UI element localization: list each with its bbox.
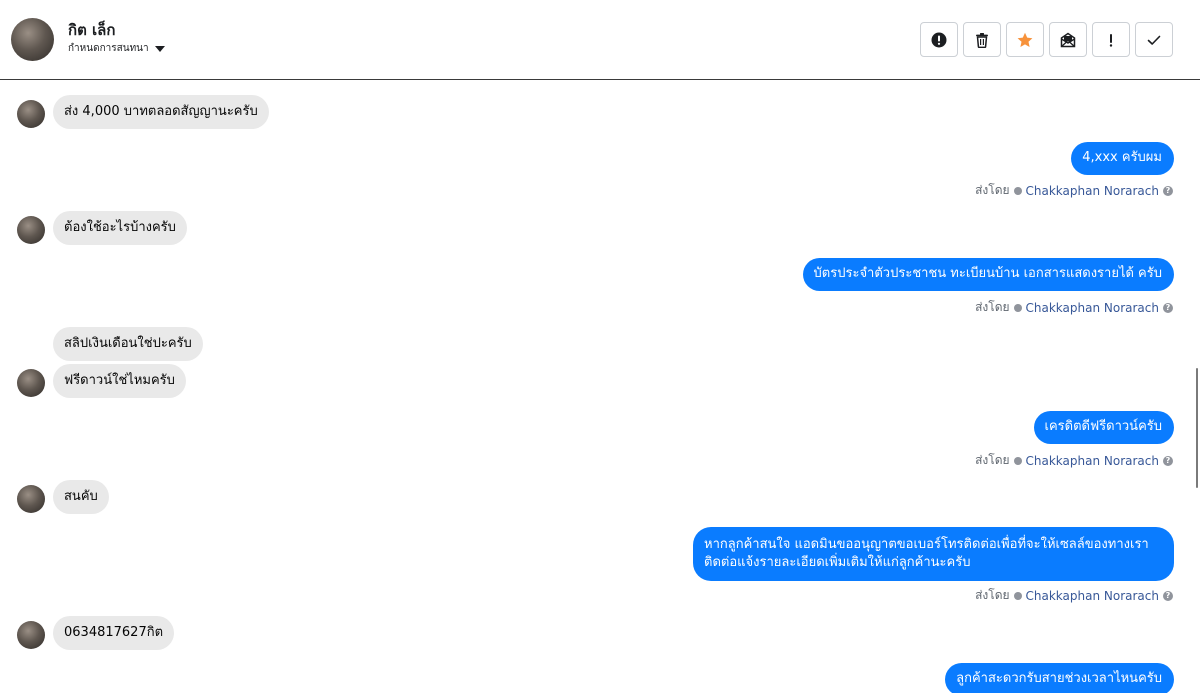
incoming-message: ฟรีดาวน์ใช่ไหมครับ: [53, 364, 186, 398]
incoming-message: ต้องใช้อะไรบ้างครับ: [53, 211, 187, 245]
outgoing-message: หากลูกค้าสนใจ แอดมินขออนุญาตขอเบอร์โทรติ…: [693, 527, 1174, 581]
conversation-toolbar: [920, 22, 1173, 57]
assign-conversation-dropdown[interactable]: กำหนดการสนทนา: [68, 41, 165, 56]
contact-avatar-small[interactable]: [17, 621, 45, 649]
message-list-scrollbar[interactable]: [1196, 368, 1198, 488]
follow-up-button[interactable]: [1092, 22, 1130, 57]
check-icon: [1147, 35, 1161, 45]
help-icon[interactable]: ?: [1163, 302, 1173, 313]
outgoing-message: ลูกค้าสะดวกรับสายช่วงเวลาไหนครับ: [945, 663, 1174, 693]
sender-name-link[interactable]: Chakkaphan Norarach: [1026, 301, 1159, 315]
contact-avatar-small[interactable]: [17, 485, 45, 513]
sent-by-prefix: ส่งโดย: [975, 300, 1010, 314]
contact-avatar-small[interactable]: [17, 216, 45, 244]
sender-name-link[interactable]: Chakkaphan Norarach: [1026, 454, 1159, 468]
incoming-message: สลิปเงินเดือนใช่ปะครับ: [53, 327, 203, 361]
incoming-message: ส่ง 4,000 บาทตลอดสัญญานะครับ: [53, 95, 269, 129]
report-spam-button[interactable]: [920, 22, 958, 57]
help-icon[interactable]: ?: [1163, 455, 1173, 466]
delete-button[interactable]: [963, 22, 1001, 57]
mark-unread-icon: [1060, 32, 1076, 47]
contact-avatar-small[interactable]: [17, 369, 45, 397]
sender-name-link[interactable]: Chakkaphan Norarach: [1026, 184, 1159, 198]
contact-avatar-small[interactable]: [17, 100, 45, 128]
outgoing-message: 4,xxx ครับผม: [1071, 142, 1174, 175]
help-icon[interactable]: ?: [1163, 590, 1173, 601]
star-button[interactable]: [1006, 22, 1044, 57]
incoming-message: สนคับ: [53, 480, 109, 514]
exclamation-icon: [1109, 33, 1113, 47]
sent-by-line: ส่งโดย Chakkaphan Norarach ?: [975, 586, 1173, 605]
incoming-message: 0634817627กิต: [53, 616, 175, 650]
page-badge-icon: [1013, 456, 1022, 465]
caret-down-icon: [154, 45, 165, 52]
sent-by-prefix: ส่งโดย: [975, 588, 1010, 602]
sent-by-prefix: ส่งโดย: [975, 183, 1010, 197]
sent-by-line: ส่งโดย Chakkaphan Norarach ?: [975, 298, 1173, 317]
trash-icon: [976, 32, 988, 48]
assign-conversation-label: กำหนดการสนทนา: [68, 43, 149, 54]
sent-by-line: ส่งโดย Chakkaphan Norarach ?: [975, 451, 1173, 470]
outgoing-message: เครดิตดีฟรีดาวน์ครับ: [1033, 411, 1174, 444]
outgoing-message: บัตรประจำตัวประชาชน ทะเบียนบ้าน เอกสารแส…: [802, 258, 1174, 291]
sent-by-prefix: ส่งโดย: [975, 453, 1010, 467]
alert-circle-icon: [931, 32, 947, 47]
conversation-header: กิต เล็ก กำหนดการสนทนา: [0, 0, 1200, 80]
contact-avatar[interactable]: [11, 18, 54, 61]
page-badge-icon: [1013, 303, 1022, 312]
page-badge-icon: [1013, 186, 1022, 195]
mark-unread-button[interactable]: [1049, 22, 1087, 57]
page-badge-icon: [1013, 591, 1022, 600]
contact-name[interactable]: กิต เล็ก: [68, 18, 115, 42]
sender-name-link[interactable]: Chakkaphan Norarach: [1026, 589, 1159, 603]
star-icon: [1017, 32, 1033, 47]
sent-by-line: ส่งโดย Chakkaphan Norarach ?: [975, 181, 1173, 200]
mark-done-button[interactable]: [1135, 22, 1173, 57]
help-icon[interactable]: ?: [1163, 185, 1173, 196]
